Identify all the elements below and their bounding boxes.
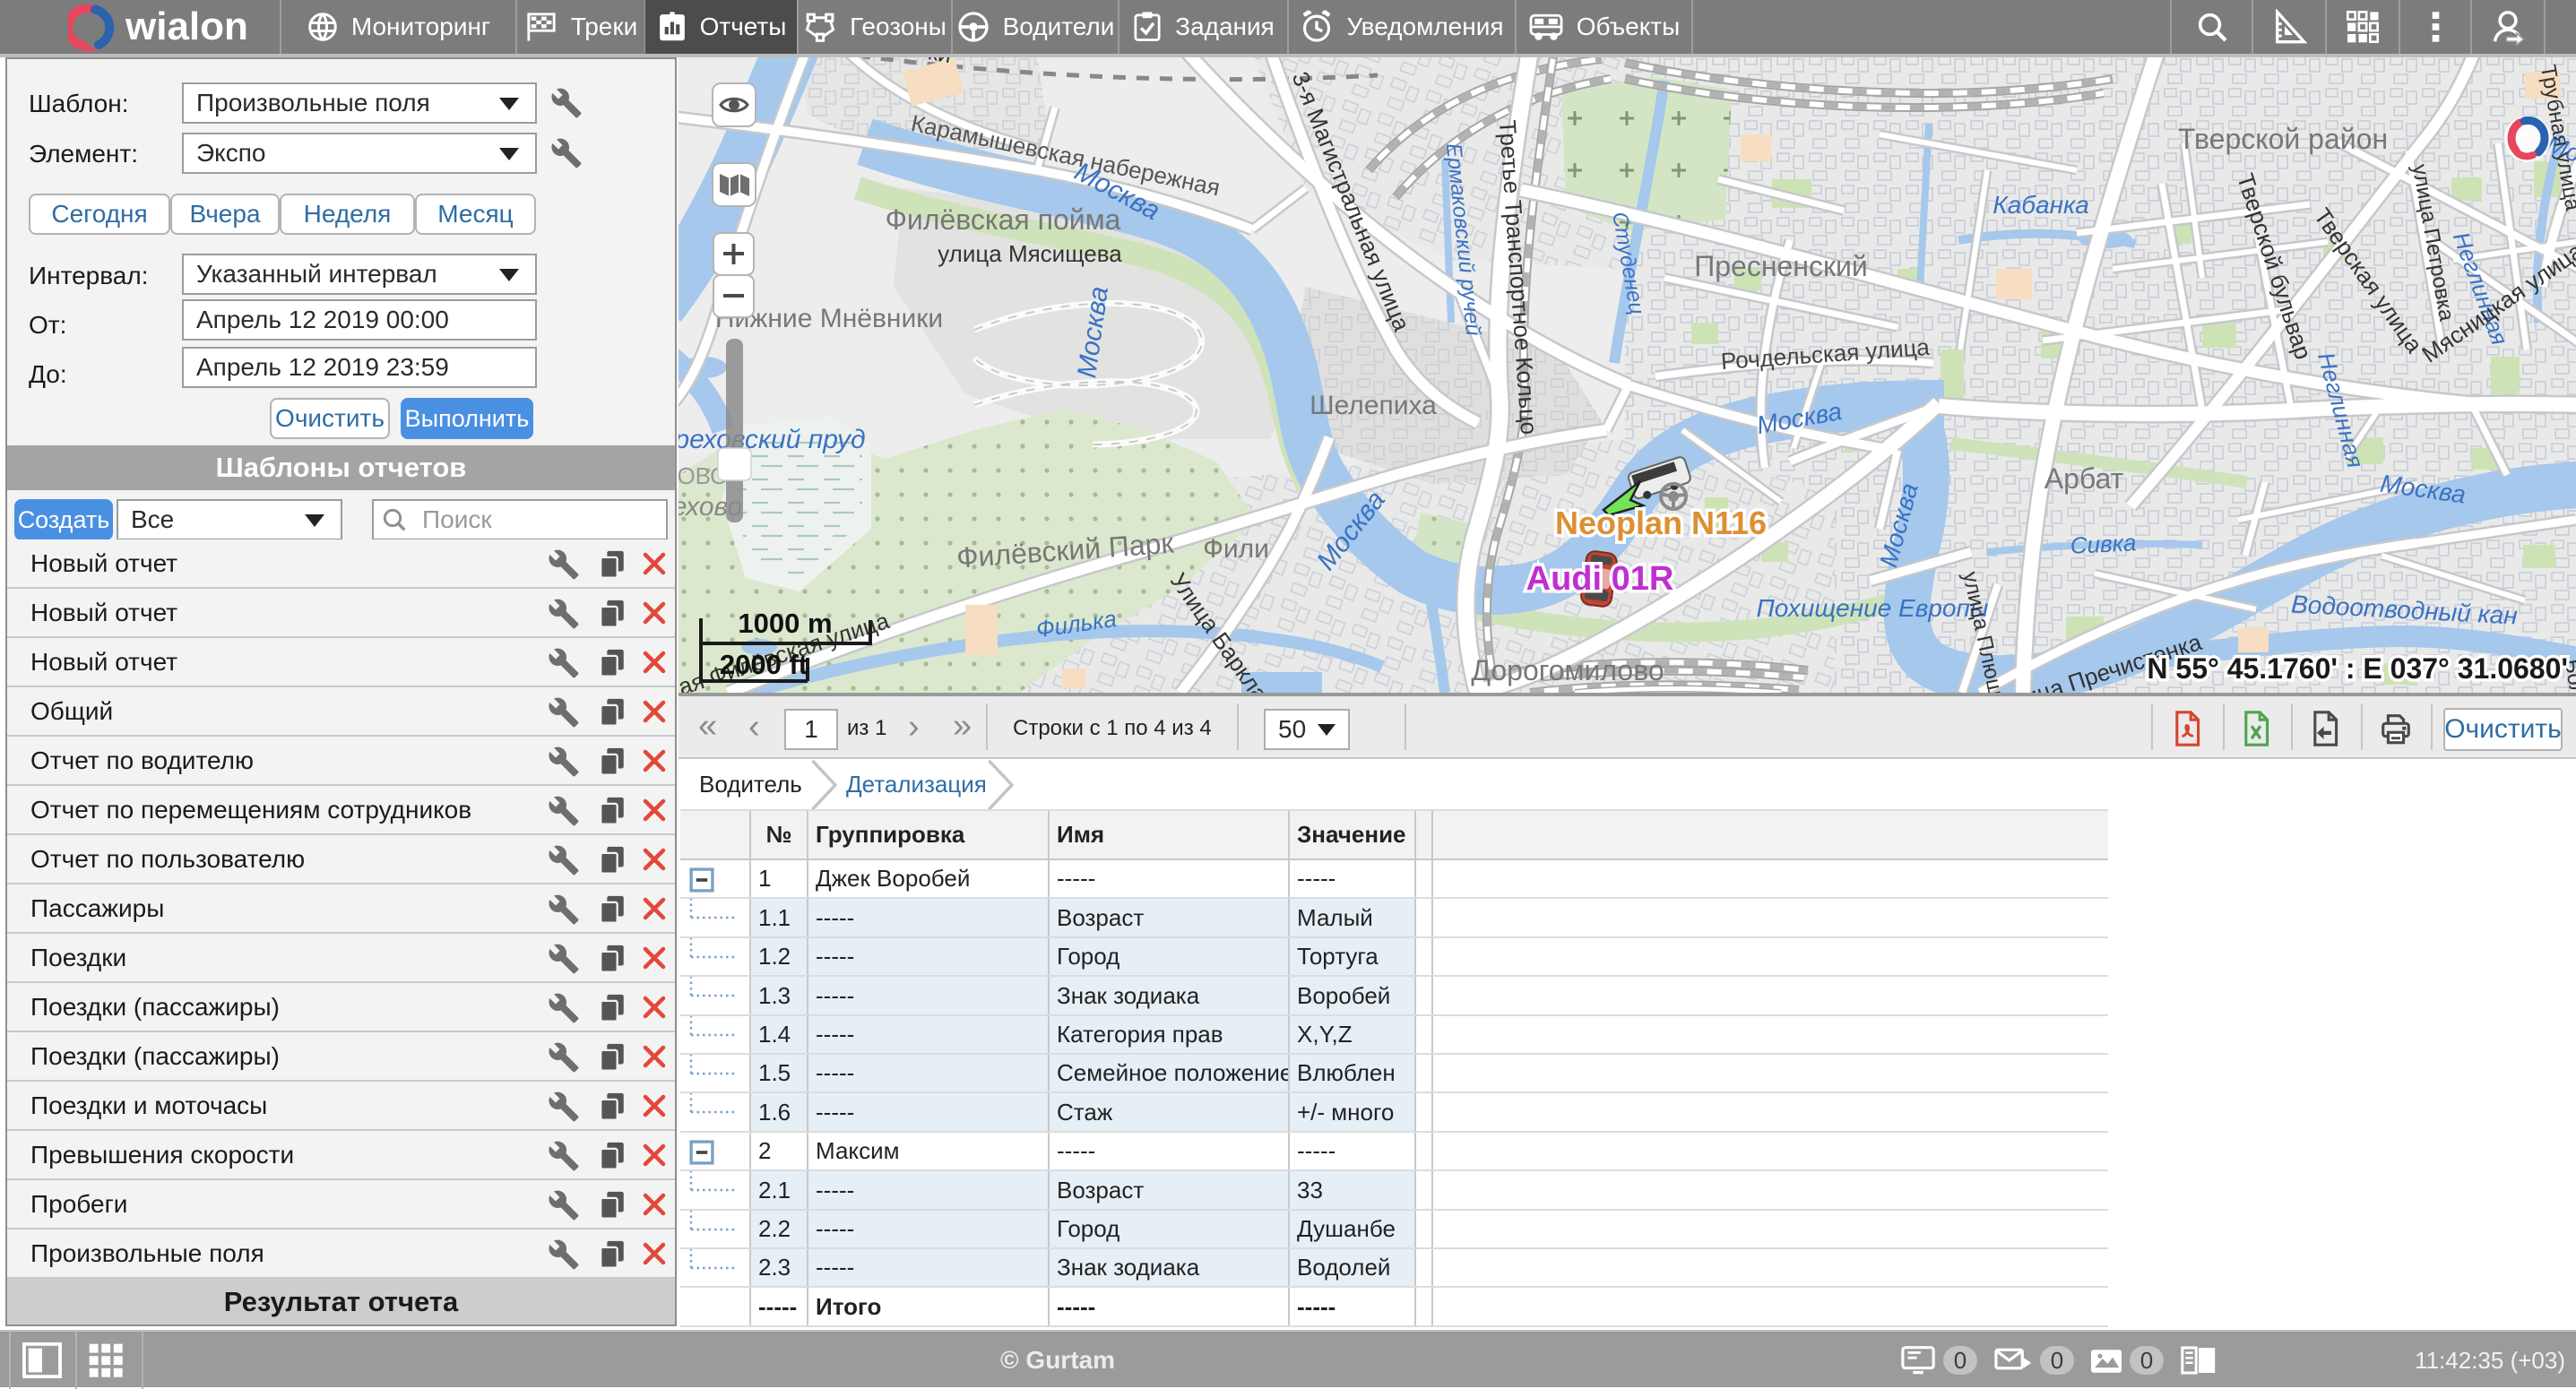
svg-text:Сивка: Сивка	[2070, 529, 2137, 559]
svg-text:Дорогомилово: Дорогомилово	[1471, 654, 1664, 686]
svg-text:улица Мясищева: улица Мясищева	[938, 240, 1122, 267]
svg-text:Шелепиха: Шелепиха	[1310, 391, 1437, 420]
svg-text:2000 ft: 2000 ft	[720, 649, 808, 680]
svg-text:Тверской район: Тверской район	[2178, 123, 2388, 155]
svg-text:1000 m: 1000 m	[738, 608, 832, 639]
svg-text:Neoplan N116: Neoplan N116	[1555, 505, 1767, 541]
svg-text:Фили: Фили	[1203, 534, 1269, 564]
svg-text:Тереховский пруд: Тереховский пруд	[679, 425, 866, 454]
svg-text:Похищение Европы: Похищение Европы	[1757, 594, 1989, 622]
svg-text:Пресненский: Пресненский	[1694, 250, 1867, 282]
svg-text:N 55° 45.1760' : E 037° 31.068: N 55° 45.1760' : E 037° 31.0680'	[2147, 652, 2568, 685]
svg-text:Audi 01R: Audi 01R	[1526, 560, 1674, 598]
svg-text:Арбат: Арбат	[2044, 462, 2124, 495]
svg-text:Кабанка: Кабанка	[1993, 191, 2089, 219]
svg-text:Филёвская пойма: Филёвская пойма	[886, 203, 1121, 236]
